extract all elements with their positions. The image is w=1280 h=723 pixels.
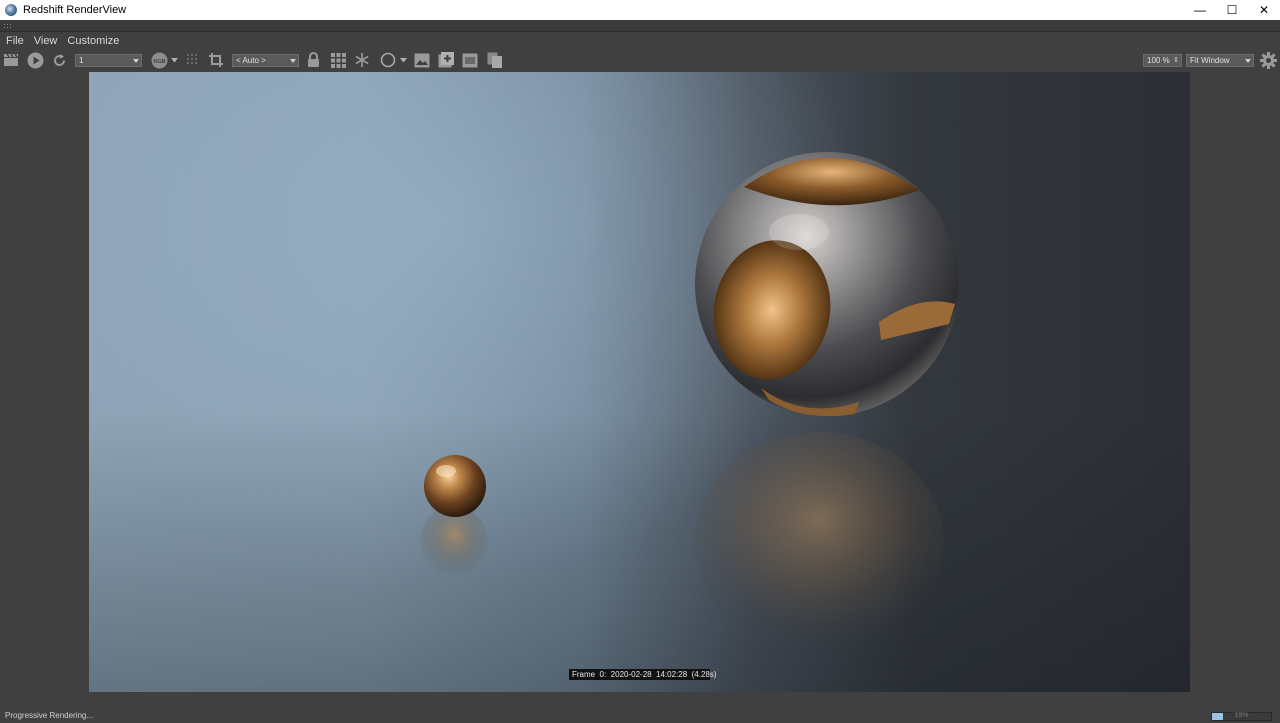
copy-icon[interactable] [486,51,504,69]
menu-customize[interactable]: Customize [67,35,119,47]
circle-dropdown[interactable] [399,51,408,69]
status-bar: Progressive Rendering... [0,692,1280,723]
refresh-icon[interactable] [50,51,68,69]
image-icon[interactable] [413,51,431,69]
render-info-overlay: Frame 0: 2020-02-28 14:02:28 (4.28s) [569,669,717,680]
stepper-arrows-icon[interactable]: ⇕ [1173,55,1179,66]
aov-select[interactable]: < Auto > [232,54,299,67]
window-controls: — ☐ ✕ [1184,0,1280,20]
app-icon [5,4,17,16]
zoom-value: 100 % [1147,56,1170,65]
lock-icon[interactable] [305,51,321,69]
render-progress-bar: 19% [1211,712,1272,721]
clapper-icon[interactable] [2,51,20,69]
toolbar: 1 RGB < Auto > 100 % ⇕ Fit Window [0,48,1280,72]
rgb-label: RGB [153,58,165,64]
snowflake-icon[interactable] [353,51,371,69]
play-icon[interactable] [25,51,45,69]
aov-select-value: < Auto > [236,56,266,65]
gear-icon[interactable] [1259,51,1277,69]
crop-icon[interactable] [207,51,225,69]
fit-window-select[interactable]: Fit Window [1186,54,1254,67]
grid-dots-icon[interactable] [185,51,201,69]
rgb-dropdown[interactable] [170,51,179,69]
grid-icon[interactable] [329,51,347,69]
chevron-down-icon [290,59,296,63]
window-title: Redshift RenderView [23,4,127,16]
maximize-button[interactable]: ☐ [1216,0,1248,20]
snapshot-select-value: 1 [79,56,84,65]
compare-icon[interactable] [461,51,479,69]
chevron-down-icon [1245,59,1251,63]
fit-window-value: Fit Window [1190,56,1230,65]
chevron-down-icon [133,59,139,63]
panel-grip[interactable] [0,20,1280,32]
close-button[interactable]: ✕ [1248,0,1280,20]
title-bar: Redshift RenderView — ☐ ✕ [0,0,1280,20]
zoom-stepper[interactable]: 100 % ⇕ [1143,54,1182,67]
snapshot-select[interactable]: 1 [75,54,142,67]
rendered-image[interactable]: Frame 0: 2020-02-28 14:02:28 (4.28s) [89,72,1190,692]
add-snapshot-icon[interactable] [437,51,455,69]
menu-bar: File View Customize [0,33,1280,48]
scene-illustration [420,152,959,652]
render-viewport[interactable]: Frame 0: 2020-02-28 14:02:28 (4.28s) [0,72,1280,692]
minimize-button[interactable]: — [1184,0,1216,20]
progress-label: 19% [1234,712,1249,719]
rgb-icon[interactable]: RGB [150,51,168,69]
menu-file[interactable]: File [6,35,24,47]
status-text: Progressive Rendering... [5,711,94,720]
circle-icon[interactable] [379,51,397,69]
menu-view[interactable]: View [34,35,58,47]
grip-dots-icon [3,23,13,29]
